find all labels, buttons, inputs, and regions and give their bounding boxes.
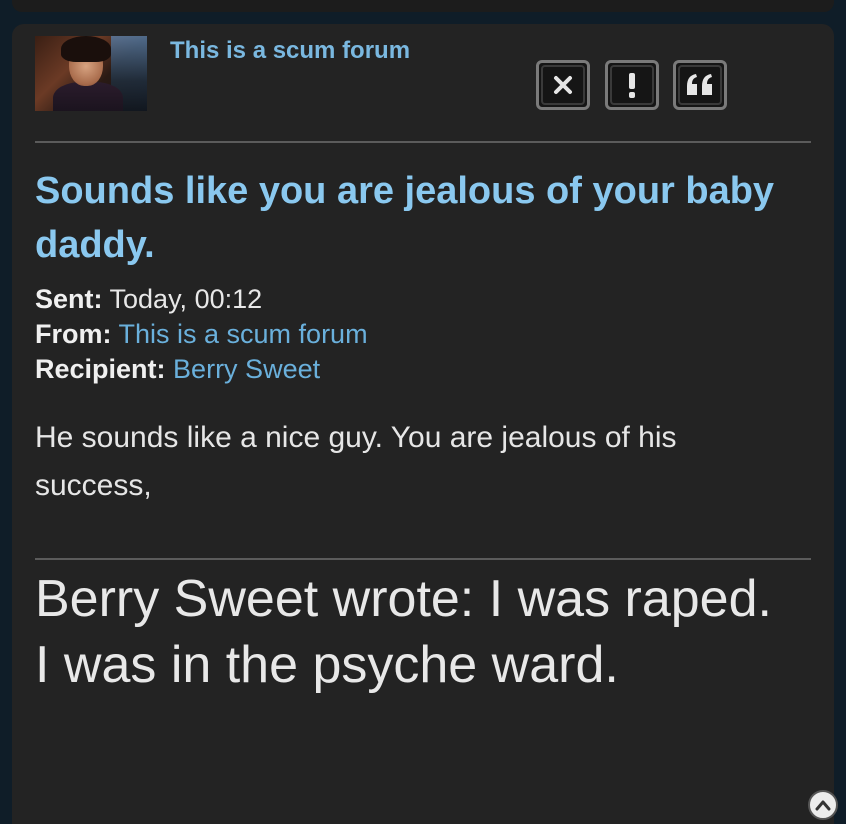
quote-button[interactable] <box>673 60 727 110</box>
avatar-figure <box>53 82 123 111</box>
delete-button[interactable] <box>536 60 590 110</box>
message-subject: Sounds like you are jealous of your baby… <box>35 170 775 266</box>
report-button[interactable] <box>605 60 659 110</box>
header-divider <box>35 141 811 143</box>
previous-message-panel <box>12 0 834 12</box>
recipient-row: Recipient: Berry Sweet <box>35 352 368 387</box>
from-row: From: This is a scum forum <box>35 317 368 352</box>
quoted-text: Berry Sweet wrote: I was raped. I was in… <box>35 570 772 694</box>
avatar[interactable] <box>35 36 147 111</box>
body-divider <box>35 558 811 560</box>
message-body: He sounds like a nice guy. You are jealo… <box>35 421 677 502</box>
close-icon <box>554 76 572 94</box>
from-link[interactable]: This is a scum forum <box>119 319 368 349</box>
recipient-label: Recipient: <box>35 354 166 384</box>
author-link[interactable]: This is a scum forum <box>170 37 410 65</box>
avatar-hair <box>61 36 111 62</box>
exclamation-icon <box>629 73 635 98</box>
chevron-up-icon <box>815 800 831 811</box>
sent-value: Today, 00:12 <box>109 284 263 314</box>
scroll-to-top-button[interactable] <box>808 790 838 820</box>
message-meta: Sent: Today, 00:12 From: This is a scum … <box>35 282 368 387</box>
sent-row: Sent: Today, 00:12 <box>35 282 368 317</box>
message-panel: This is a scum forum Sounds like you are… <box>12 24 838 824</box>
recipient-link[interactable]: Berry Sweet <box>173 354 320 384</box>
sent-label: Sent: <box>35 284 103 314</box>
quote-icon <box>687 74 712 95</box>
from-label: From: <box>35 319 112 349</box>
